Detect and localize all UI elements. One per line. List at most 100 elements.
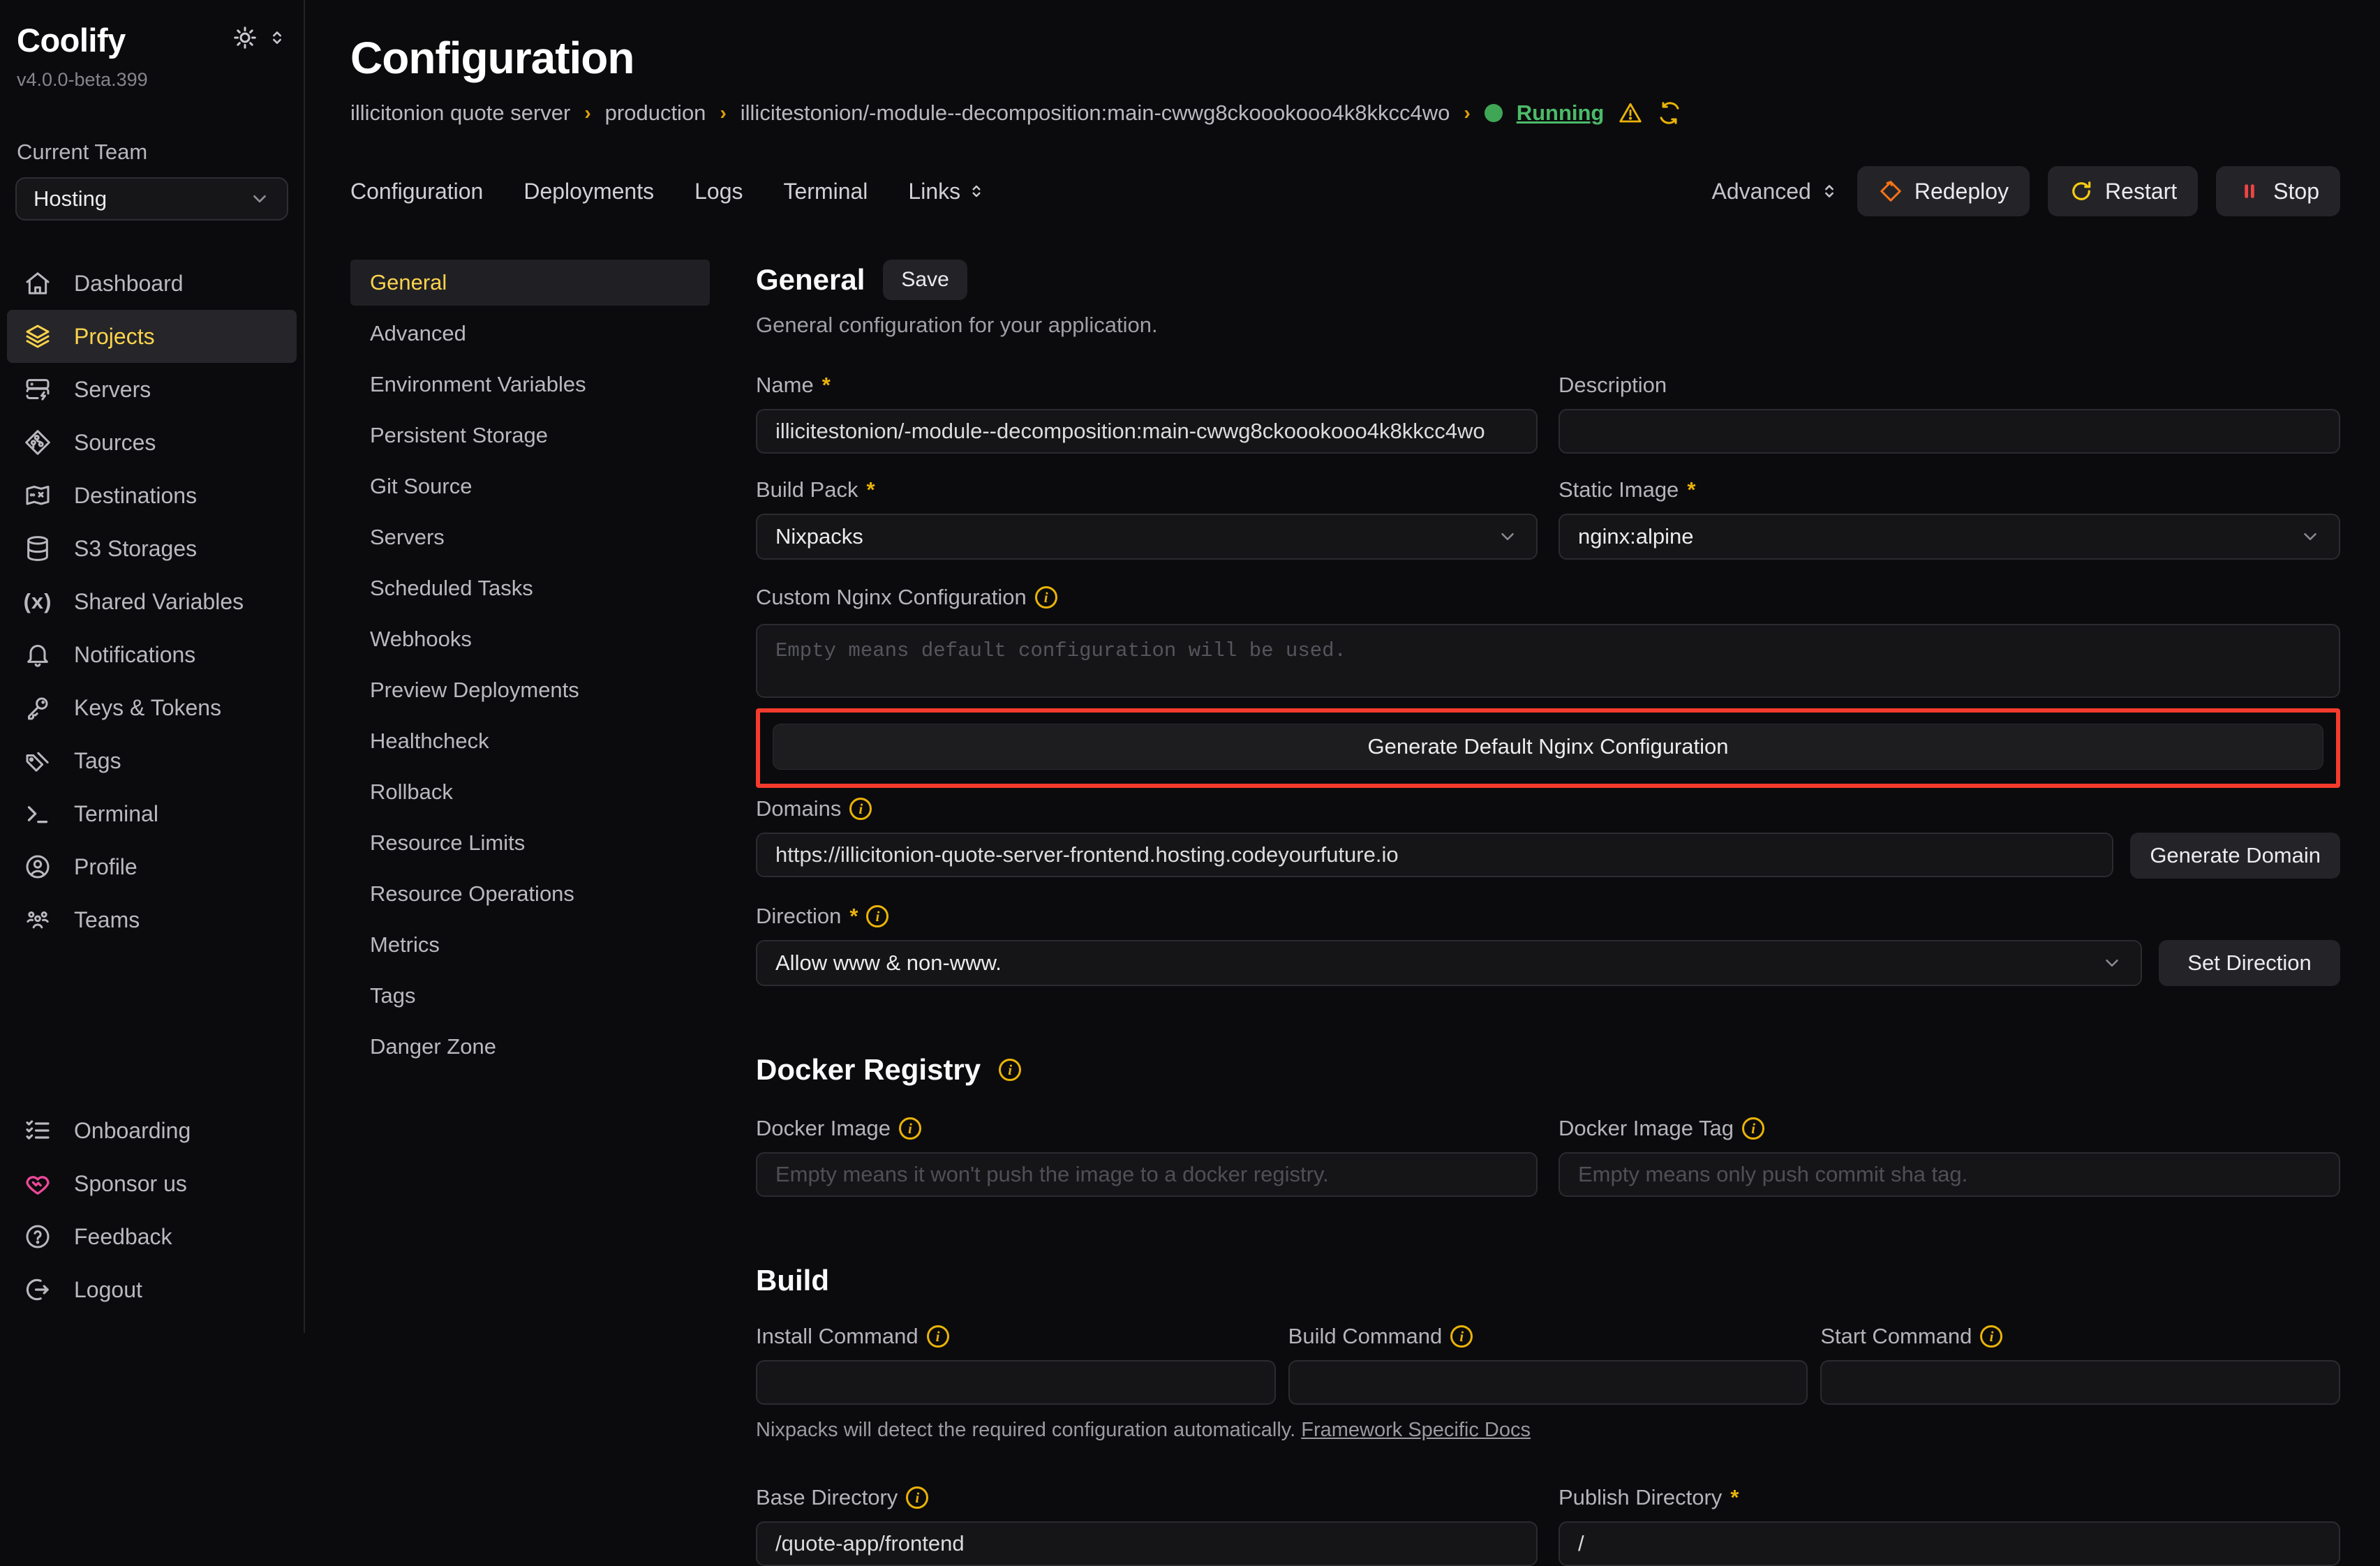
sidebar-item-terminal[interactable]: Terminal [7, 787, 297, 840]
build-pack-select[interactable]: Nixpacks [756, 514, 1538, 560]
sidebar-item-keys-tokens[interactable]: Keys & Tokens [7, 681, 297, 734]
sidebar-item-shared-variables[interactable]: (x) Shared Variables [7, 575, 297, 628]
stop-button[interactable]: Stop [2216, 166, 2340, 216]
docker-image-tag-input[interactable] [1559, 1152, 2340, 1197]
redeploy-button[interactable]: Redeploy [1857, 166, 2030, 216]
set-direction-button[interactable]: Set Direction [2159, 940, 2340, 986]
docker-image-input[interactable] [756, 1152, 1538, 1197]
generate-domain-button[interactable]: Generate Domain [2130, 833, 2340, 879]
sidebar-item-destinations[interactable]: Destinations [7, 469, 297, 522]
publish-directory-input[interactable] [1559, 1521, 2340, 1566]
advanced-dropdown[interactable]: Advanced [1712, 179, 1839, 204]
tab-logs[interactable]: Logs [694, 179, 743, 204]
help-circle-icon [24, 1223, 52, 1251]
description-input[interactable] [1559, 409, 2340, 454]
sidebar-item-s3-storages[interactable]: S3 Storages [7, 522, 297, 575]
breadcrumb-project[interactable]: illicitonion quote server [350, 100, 570, 126]
theme-switcher[interactable] [232, 25, 287, 54]
team-select-value: Hosting [34, 186, 107, 211]
current-team-label: Current Team [7, 140, 297, 165]
sidebar-item-servers[interactable]: Servers [7, 363, 297, 416]
framework-docs-link[interactable]: Framework Specific Docs [1301, 1419, 1531, 1441]
submenu-persistent-storage[interactable]: Persistent Storage [350, 412, 710, 458]
team-select[interactable]: Hosting [15, 177, 288, 221]
submenu-advanced[interactable]: Advanced [350, 311, 710, 357]
base-directory-label: Base Directoryi [756, 1485, 1538, 1510]
sidebar-item-onboarding[interactable]: Onboarding [7, 1104, 297, 1157]
info-icon: i [1980, 1325, 2002, 1348]
submenu-tags[interactable]: Tags [350, 973, 710, 1019]
sidebar-item-label: Onboarding [74, 1118, 191, 1144]
generate-nginx-button[interactable]: Generate Default Nginx Configuration [773, 724, 2323, 770]
submenu-environment-variables[interactable]: Environment Variables [350, 361, 710, 408]
page-title: Configuration [350, 32, 2340, 84]
breadcrumb-separator: › [1464, 102, 1470, 124]
breadcrumb-separator: › [584, 102, 590, 124]
sidebar-item-tags[interactable]: Tags [7, 734, 297, 787]
name-input[interactable] [756, 409, 1538, 454]
direction-select[interactable]: Allow www & non-www. [756, 940, 2142, 986]
sidebar-item-logout[interactable]: Logout [7, 1263, 297, 1316]
sidebar-item-sources[interactable]: Sources [7, 416, 297, 469]
start-command-label: Start Commandi [1820, 1324, 2340, 1349]
install-command-input[interactable] [756, 1360, 1276, 1405]
sidebar-item-label: Sources [74, 430, 156, 456]
map-icon [24, 482, 52, 509]
sidebar-item-notifications[interactable]: Notifications [7, 628, 297, 681]
publish-directory-label: Publish Directory* [1559, 1485, 2340, 1510]
breadcrumb-resource[interactable]: illicitestonion/-module--decomposition:m… [741, 100, 1450, 126]
submenu-healthcheck[interactable]: Healthcheck [350, 718, 710, 764]
required-marker: * [1730, 1485, 1739, 1510]
submenu-git-source[interactable]: Git Source [350, 463, 710, 509]
sidebar-item-sponsor[interactable]: Sponsor us [7, 1157, 297, 1210]
sidebar-item-feedback[interactable]: Feedback [7, 1210, 297, 1263]
submenu-general[interactable]: General [350, 260, 710, 306]
redeploy-label: Redeploy [1914, 179, 2009, 204]
build-command-input[interactable] [1288, 1360, 1808, 1405]
static-image-select[interactable]: nginx:alpine [1559, 514, 2340, 560]
sidebar-item-profile[interactable]: Profile [7, 840, 297, 893]
nixpacks-note: Nixpacks will detect the required config… [756, 1419, 2340, 1442]
info-icon: i [899, 1117, 921, 1140]
tab-links-label: Links [908, 179, 960, 204]
stop-label: Stop [2273, 179, 2319, 204]
submenu-servers[interactable]: Servers [350, 514, 710, 560]
sidebar-item-teams[interactable]: Teams [7, 893, 297, 946]
submenu-webhooks[interactable]: Webhooks [350, 616, 710, 662]
base-directory-input[interactable] [756, 1521, 1538, 1566]
submenu-metrics[interactable]: Metrics [350, 922, 710, 968]
status-link[interactable]: Running [1517, 100, 1605, 126]
tab-deployments[interactable]: Deployments [523, 179, 654, 204]
docker-image-label: Docker Imagei [756, 1116, 1538, 1141]
start-command-input[interactable] [1820, 1360, 2340, 1405]
breadcrumb-separator: › [720, 102, 726, 124]
build-pack-label: Build Pack* [756, 477, 1538, 502]
sidebar-item-projects[interactable]: Projects [7, 310, 297, 363]
restart-button[interactable]: Restart [2048, 166, 2198, 216]
submenu-scheduled-tasks[interactable]: Scheduled Tasks [350, 565, 710, 611]
docker-image-tag-label: Docker Image Tagi [1559, 1116, 2340, 1141]
section-title-build: Build [756, 1264, 829, 1297]
submenu-rollback[interactable]: Rollback [350, 769, 710, 815]
breadcrumb-environment[interactable]: production [605, 100, 706, 126]
sidebar-item-label: Projects [74, 324, 155, 350]
refresh-status-icon[interactable] [1657, 100, 1682, 126]
tab-terminal[interactable]: Terminal [783, 179, 868, 204]
tab-configuration[interactable]: Configuration [350, 179, 483, 204]
required-marker: * [822, 373, 831, 398]
submenu-preview-deployments[interactable]: Preview Deployments [350, 667, 710, 713]
submenu-resource-operations[interactable]: Resource Operations [350, 871, 710, 917]
sidebar-item-dashboard[interactable]: Dashboard [7, 257, 297, 310]
tab-links[interactable]: Links [908, 179, 986, 204]
submenu-danger-zone[interactable]: Danger Zone [350, 1024, 710, 1070]
home-icon [24, 269, 52, 297]
submenu-resource-limits[interactable]: Resource Limits [350, 820, 710, 866]
domains-label: Domainsi [756, 796, 2340, 821]
domains-input[interactable] [756, 833, 2113, 877]
tags-icon [24, 747, 52, 775]
logout-icon [24, 1276, 52, 1304]
required-marker: * [866, 477, 875, 502]
custom-nginx-textarea[interactable] [756, 624, 2340, 698]
chevron-up-down-icon [967, 182, 986, 200]
save-button[interactable]: Save [883, 260, 967, 300]
